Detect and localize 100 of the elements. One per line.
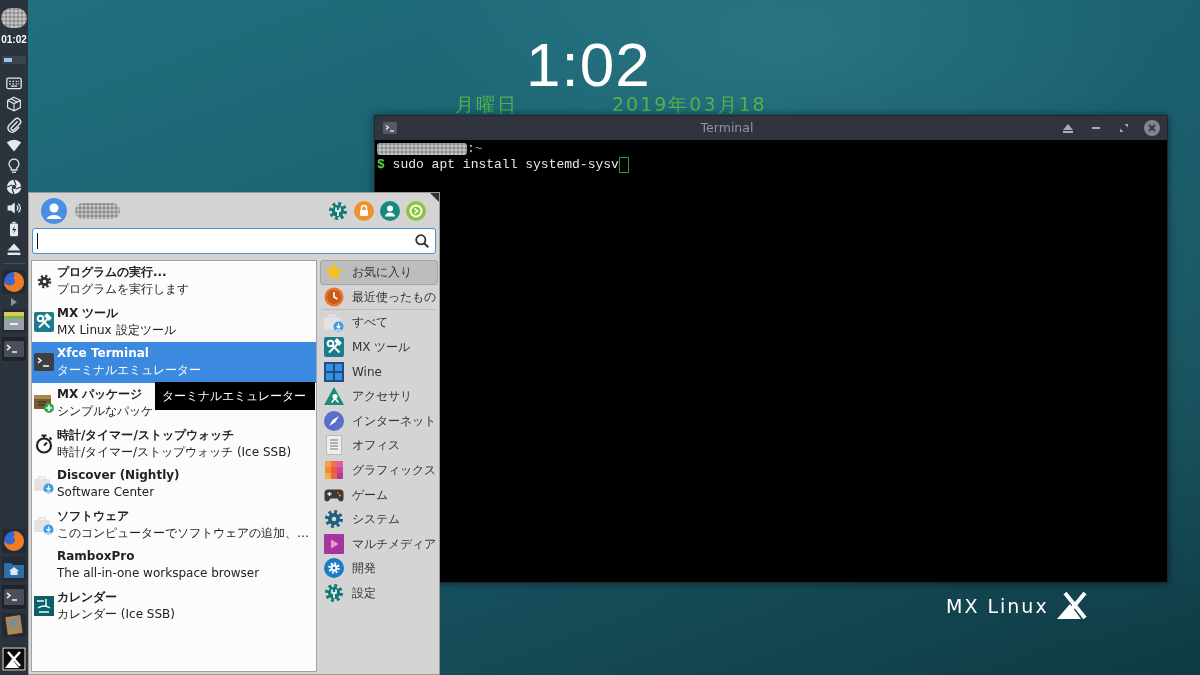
weekday-text: 月曜日 — [455, 94, 518, 115]
category-item[interactable]: 開発 — [320, 556, 438, 581]
globe-icon[interactable] — [2, 529, 26, 553]
user-icon[interactable] — [380, 200, 400, 221]
category-item[interactable]: お気に入り — [320, 260, 438, 285]
app-description: このコンピューターでソフトウェアの追加、… — [57, 524, 309, 542]
minimize-icon — [1092, 127, 1100, 129]
logo-icon[interactable] — [2, 647, 26, 671]
package-icon[interactable] — [6, 95, 22, 112]
app-description: MX Linux 設定ツール — [57, 321, 176, 339]
app-list-item[interactable]: 時計/タイマー/ストップウォッチ 時計/タイマー/ストップウォッチ (Ice SSB) — [32, 423, 316, 464]
shade-icon — [1063, 123, 1073, 133]
globe-icon[interactable] — [2, 270, 26, 295]
app-list-item[interactable]: Xfce Terminal ターミナルエミュレーター — [32, 342, 316, 383]
paperclip-icon[interactable] — [6, 116, 22, 133]
blurred-patch — [75, 202, 120, 219]
app-title: Discover (Nightly) — [57, 467, 180, 485]
app-description: The all-in-one workspace browser — [57, 565, 260, 583]
settings-icon[interactable] — [328, 200, 348, 221]
clock-icon — [324, 286, 344, 307]
app-description: カレンダー (Ice SSB) — [57, 606, 175, 624]
avatar-icon — [41, 197, 67, 224]
category-item[interactable]: マルチメディア — [320, 531, 438, 557]
category-item[interactable]: 設定 — [320, 580, 438, 606]
terminal-icon[interactable] — [2, 337, 26, 362]
category-item[interactable]: MX ツール — [320, 334, 438, 360]
app-title: RamboxPro — [57, 548, 135, 566]
app-list-item[interactable]: プログラムの実行... プログラムを実行します — [32, 261, 316, 302]
app-title: Xfce Terminal — [57, 345, 149, 363]
app-description: プログラムを実行します — [57, 281, 189, 299]
tooltip: ターミナルエミュレーター — [155, 382, 315, 410]
text-cursor — [37, 233, 38, 249]
category-item[interactable]: アクセサリ — [320, 383, 438, 409]
lightbulb-icon[interactable] — [6, 158, 22, 175]
terminal-cursor — [618, 157, 629, 173]
settings-icon — [324, 583, 344, 603]
app-description: Software Center — [57, 484, 155, 502]
aperture-icon[interactable] — [6, 179, 22, 195]
maximize-icon — [1120, 124, 1128, 132]
logo-text: MX Linux — [946, 594, 1049, 618]
package-icon — [34, 393, 54, 414]
category-item[interactable]: ゲーム — [320, 482, 438, 507]
color-grid-icon — [324, 460, 344, 481]
gamepad-icon — [324, 487, 344, 502]
desktop-clock: 1:02 — [526, 37, 651, 93]
search-field[interactable] — [32, 228, 436, 254]
image-icon[interactable] — [2, 613, 26, 637]
app-list-item[interactable]: カレンダー カレンダー (Ice SSB) — [32, 585, 316, 627]
category-item[interactable]: すべて — [320, 310, 438, 335]
app-description: シンプルなパッケ — [57, 403, 153, 421]
close-button[interactable] — [1141, 118, 1163, 138]
app-title: MX パッケージ — [57, 386, 143, 404]
search-icon[interactable] — [415, 234, 429, 248]
home-folder-icon[interactable] — [2, 557, 26, 581]
window-title: Terminal — [699, 118, 755, 137]
keyboard-icon[interactable] — [6, 75, 22, 91]
category-item[interactable]: Wine — [320, 359, 438, 384]
command-line: $ sudo apt install systemd-sysv — [377, 157, 619, 173]
category-item[interactable]: インターネット — [320, 408, 438, 434]
briefcase-download-icon — [34, 474, 54, 495]
triangle-icon — [324, 386, 344, 407]
gear-icon — [324, 509, 344, 530]
category-item[interactable]: システム — [320, 506, 438, 532]
app-title: プログラムの実行... — [57, 264, 167, 282]
terminal-icon — [34, 353, 54, 372]
play-icon — [324, 533, 344, 554]
app-list-item[interactable]: RamboxPro The all-in-one workspace browser — [32, 545, 316, 586]
expand-arrow-icon[interactable] — [11, 298, 17, 307]
resize-grip-icon[interactable] — [430, 193, 439, 202]
blurred-patch — [1, 8, 27, 28]
app-title: MX ツール — [57, 304, 119, 322]
category-item[interactable]: オフィス — [320, 433, 438, 458]
grid-icon — [324, 361, 344, 382]
gear-icon — [36, 273, 52, 289]
date-text: 2019年03月18 — [612, 94, 767, 115]
category-item[interactable]: 最近使ったもの — [320, 284, 438, 310]
app-description: ターミナルエミュレーター — [57, 362, 201, 380]
wifi-icon[interactable] — [6, 137, 22, 154]
prompt-path: :~ — [467, 141, 483, 157]
terminal-icon[interactable] — [2, 585, 26, 609]
briefcase-download-icon — [324, 312, 344, 333]
app-title: カレンダー — [57, 589, 117, 607]
compass-icon — [324, 410, 344, 431]
stopwatch-icon — [34, 433, 54, 454]
drawer-icon[interactable] — [2, 309, 26, 334]
app-list-item[interactable]: MX ツール MX Linux 設定ツール — [32, 301, 316, 343]
app-list-item[interactable]: ソフトウェア このコンピューターでソフトウェアの追加、… — [32, 504, 316, 546]
crossed-tools-icon — [34, 311, 54, 332]
briefcase-download-icon — [34, 514, 54, 535]
document-icon — [326, 435, 342, 456]
gear-circle-icon — [324, 558, 344, 579]
app-description: 時計/タイマー/ストップウォッチ (Ice SSB) — [57, 443, 292, 461]
app-list-item[interactable]: Discover (Nightly) Software Center — [32, 463, 316, 505]
eject-icon[interactable] — [6, 241, 22, 258]
category-item[interactable]: グラフィックス — [320, 457, 438, 483]
workspace-pager[interactable] — [2, 56, 26, 64]
close-icon — [1144, 120, 1160, 136]
panel-clock[interactable]: 01:02 — [1, 34, 27, 46]
terminal-icon[interactable] — [383, 122, 397, 134]
app-title: ソフトウェア — [57, 507, 129, 525]
